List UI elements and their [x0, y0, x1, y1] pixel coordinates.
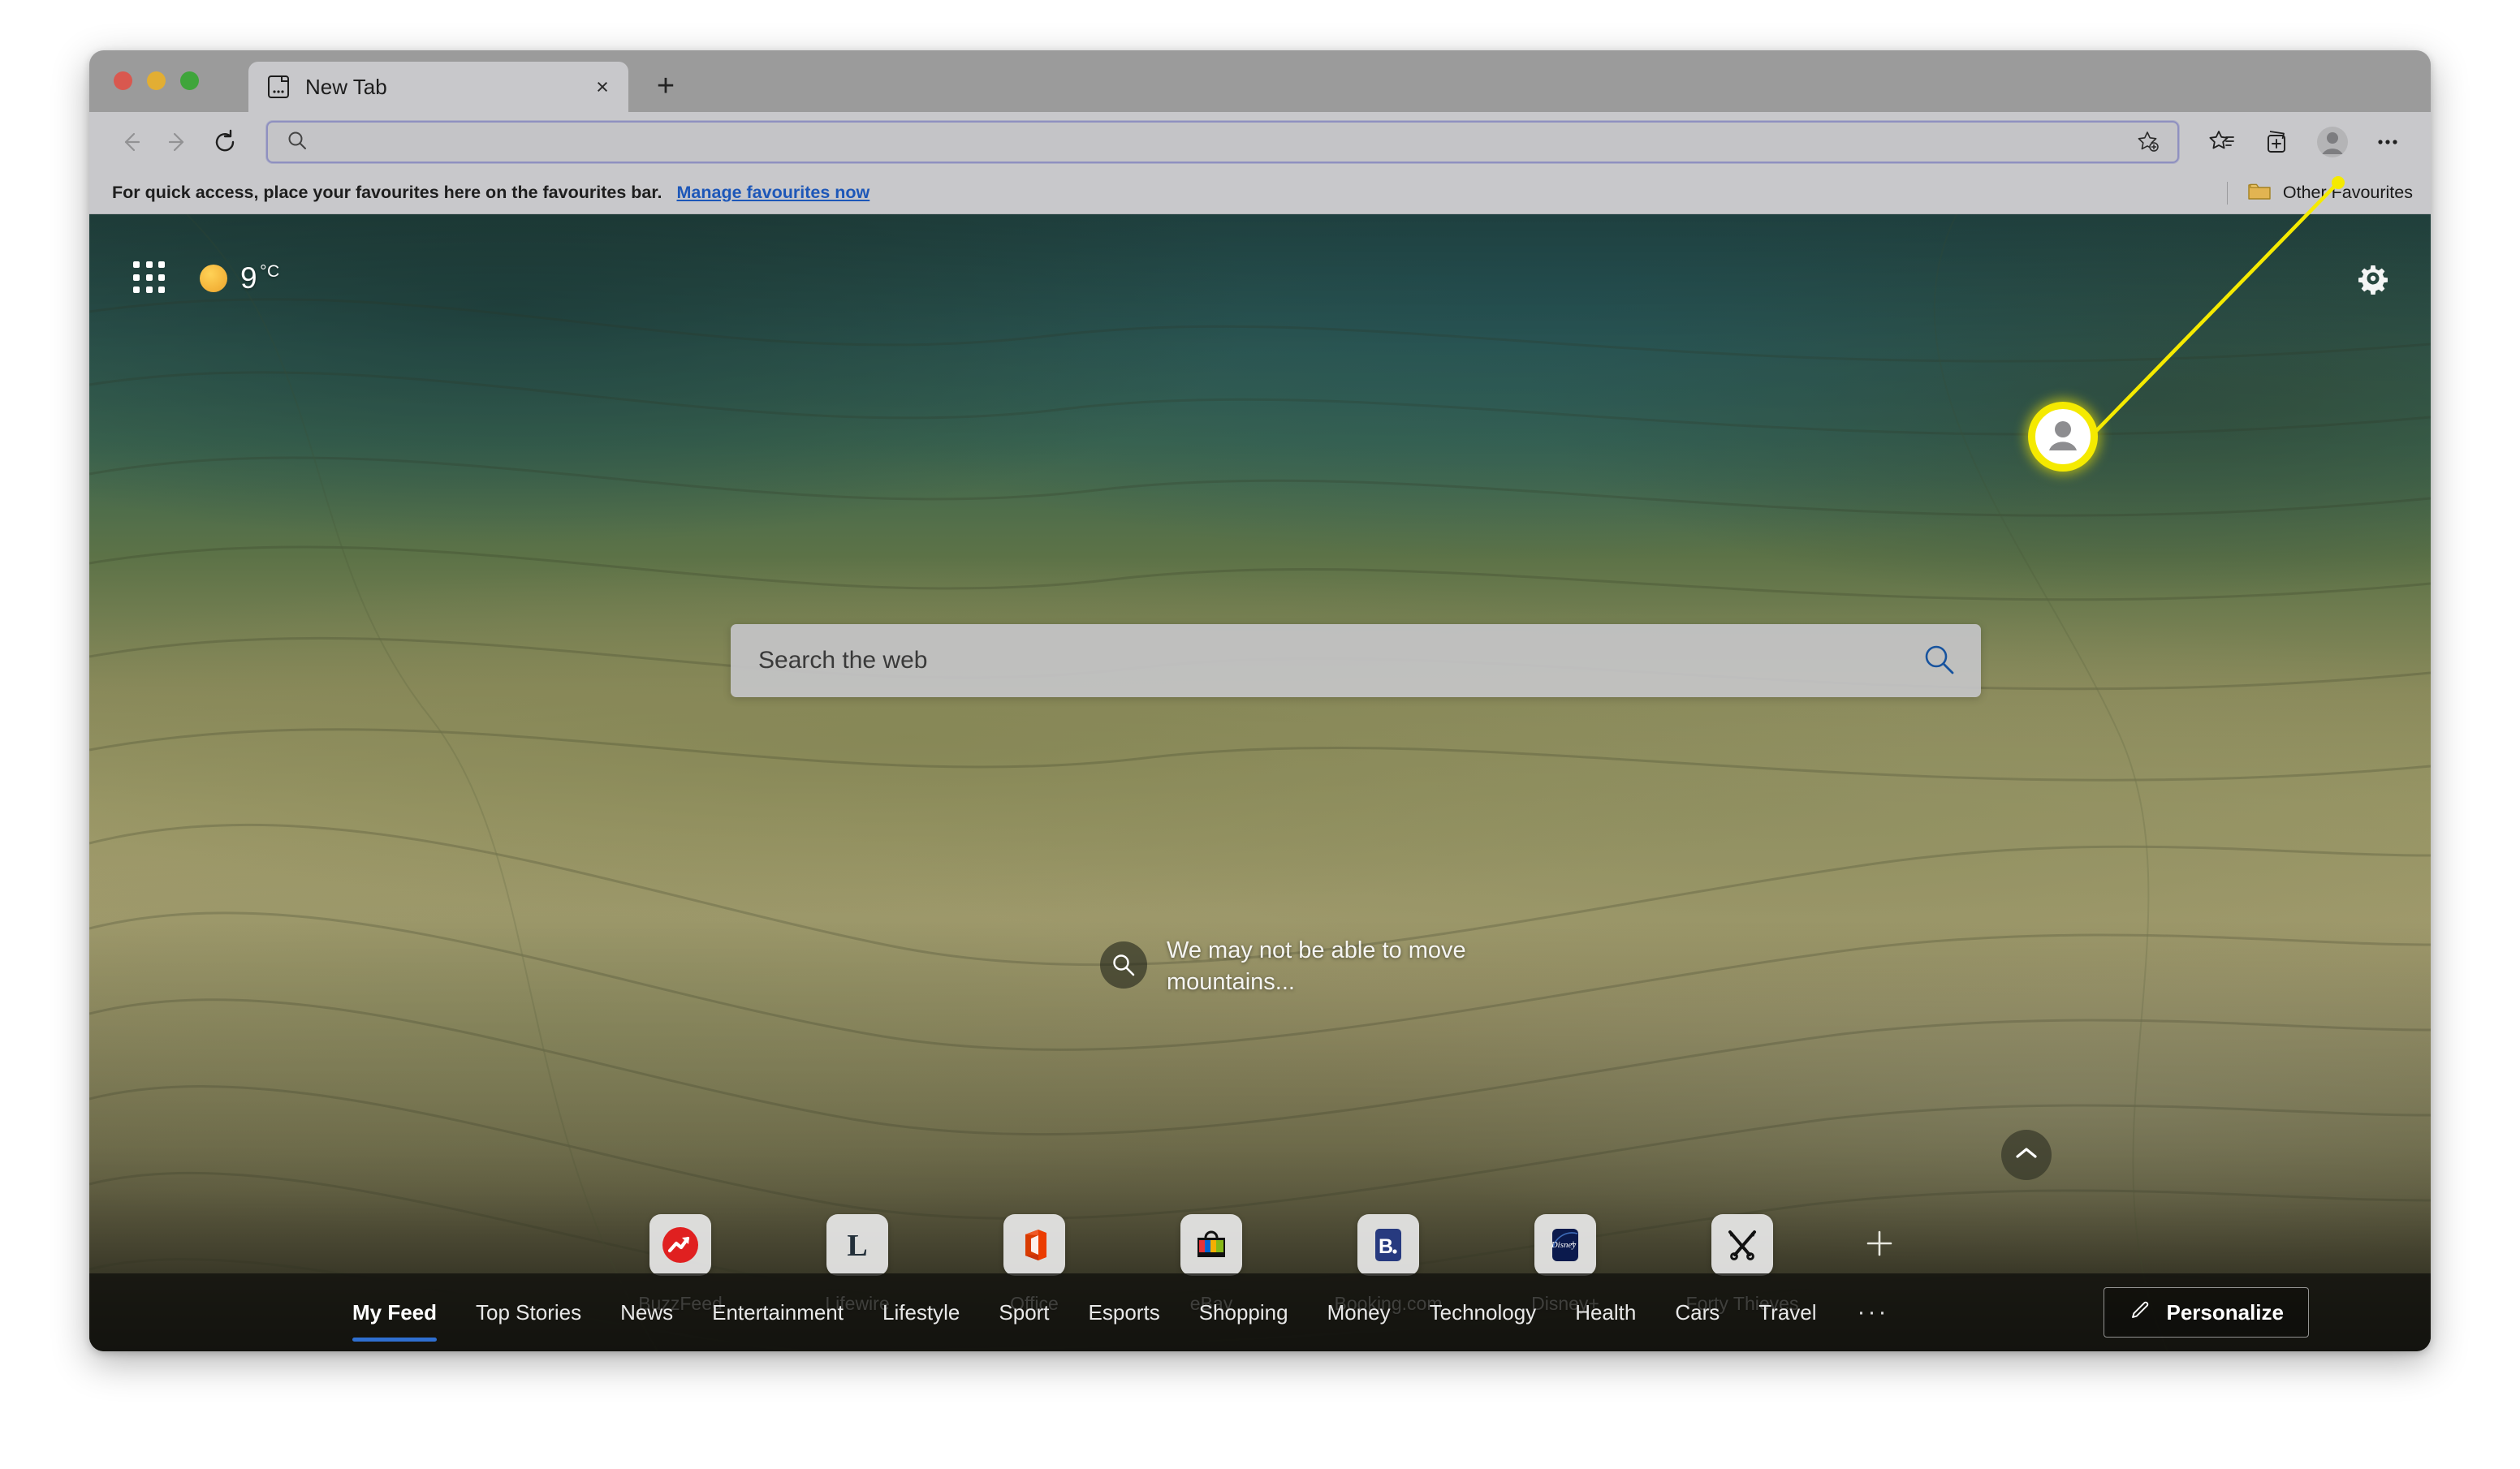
- title-bar: New Tab × +: [89, 50, 2431, 112]
- close-window-button[interactable]: [114, 71, 132, 90]
- maximize-window-button[interactable]: [180, 71, 199, 90]
- feed-tab-technology[interactable]: Technology: [1410, 1300, 1556, 1325]
- booking-icon: B: [1357, 1214, 1419, 1276]
- favourites-bar: For quick access, place your favourites …: [89, 172, 2431, 214]
- add-shortcut-button[interactable]: [1831, 1214, 1928, 1276]
- image-caption[interactable]: We may not be able to move mountains...: [1100, 935, 1555, 998]
- tab-title: New Tab: [305, 74, 387, 99]
- ebay-icon: [1180, 1214, 1242, 1276]
- image-caption-text: We may not be able to move mountains...: [1167, 937, 1466, 996]
- close-icon[interactable]: ×: [588, 72, 617, 101]
- manage-favourites-link[interactable]: Manage favourites now: [677, 183, 870, 203]
- feed-tab-shopping[interactable]: Shopping: [1180, 1300, 1308, 1325]
- minimize-window-button[interactable]: [147, 71, 166, 90]
- feed-nav-items: My Feed Top Stories News Entertainment L…: [333, 1299, 1910, 1342]
- plus-icon: [1863, 1227, 1896, 1264]
- personalize-button[interactable]: Personalize: [2104, 1287, 2309, 1338]
- browser-toolbar: [89, 112, 2431, 172]
- divider: [2226, 181, 2228, 205]
- browser-window: New Tab × + For quick access, place your…: [89, 50, 2431, 1351]
- svg-text:+: +: [1571, 1239, 1576, 1249]
- feed-tab-top-stories[interactable]: Top Stories: [456, 1300, 601, 1325]
- profile-avatar-icon[interactable]: [2307, 118, 2358, 166]
- search-input[interactable]: Search the web: [758, 647, 1921, 674]
- folder-icon: [2247, 180, 2272, 205]
- collections-icon[interactable]: [2252, 118, 2302, 166]
- feed-tab-money[interactable]: Money: [1308, 1300, 1410, 1325]
- window-controls: [114, 71, 199, 90]
- profile-avatar-icon: [2040, 412, 2086, 462]
- buzzfeed-icon: [649, 1214, 711, 1276]
- weather-temperature: 9 °C: [240, 261, 280, 295]
- feed-tab-esports[interactable]: Esports: [1069, 1300, 1180, 1325]
- address-bar[interactable]: [266, 121, 2179, 163]
- refresh-arrow-icon[interactable]: [201, 118, 248, 166]
- feed-tab-sport[interactable]: Sport: [979, 1300, 1068, 1325]
- app-grid-icon[interactable]: [133, 261, 167, 295]
- profile-avatar-callout: [2028, 402, 2098, 472]
- other-favourites-label[interactable]: Other Favourites: [2283, 183, 2413, 203]
- feed-tab-entertainment[interactable]: Entertainment: [693, 1300, 863, 1325]
- office-icon: [1003, 1214, 1065, 1276]
- feed-tab-travel[interactable]: Travel: [1739, 1300, 1836, 1325]
- feed-navigation-bar: My Feed Top Stories News Entertainment L…: [89, 1273, 2431, 1351]
- feed-tab-my-feed[interactable]: My Feed: [333, 1300, 456, 1342]
- favourites-star-icon[interactable]: [2197, 118, 2247, 166]
- forward-arrow-icon[interactable]: [154, 118, 201, 166]
- lifewire-icon: L: [826, 1214, 888, 1276]
- web-search-box[interactable]: Search the web: [731, 624, 1981, 697]
- forty-thieves-icon: [1711, 1214, 1773, 1276]
- personalize-label: Personalize: [2166, 1299, 2284, 1325]
- temperature-value: 9: [240, 261, 258, 295]
- sun-icon: [200, 265, 227, 292]
- feed-tab-lifestyle[interactable]: Lifestyle: [863, 1300, 979, 1325]
- tab-new-tab[interactable]: New Tab ×: [248, 62, 628, 112]
- svg-text:L: L: [847, 1229, 867, 1263]
- back-arrow-icon[interactable]: [107, 118, 154, 166]
- feed-tab-news[interactable]: News: [601, 1300, 693, 1325]
- chevron-up-icon: [2014, 1144, 2039, 1166]
- svg-text:B: B: [1379, 1235, 1393, 1258]
- pencil-icon: [2129, 1299, 2151, 1327]
- address-input[interactable]: [325, 131, 2132, 153]
- page-icon: [266, 74, 291, 100]
- gear-icon[interactable]: [2351, 256, 2395, 300]
- disneyplus-icon: Disney +: [1534, 1214, 1596, 1276]
- search-icon: [286, 129, 309, 156]
- star-plus-icon[interactable]: [2132, 126, 2164, 158]
- new-tab-top-row: 9 °C: [89, 250, 2431, 307]
- new-tab-page: 9 °C Search the web We may not be able t…: [89, 214, 2431, 1351]
- scroll-up-button[interactable]: [2001, 1130, 2052, 1180]
- feed-more-button[interactable]: ···: [1836, 1299, 1910, 1326]
- background-image: [89, 214, 2431, 1351]
- weather-widget[interactable]: 9 °C: [200, 261, 280, 295]
- image-search-icon[interactable]: [1100, 941, 1147, 989]
- feed-tab-health[interactable]: Health: [1556, 1300, 1655, 1325]
- search-icon[interactable]: [1921, 641, 1957, 681]
- favourites-bar-right: Other Favourites: [2226, 180, 2413, 205]
- temperature-unit: °C: [260, 262, 280, 281]
- favourites-hint: For quick access, place your favourites …: [112, 183, 662, 202]
- screenshot-root: New Tab × + For quick access, place your…: [0, 0, 2520, 1469]
- ellipsis-icon[interactable]: [2362, 118, 2413, 166]
- new-tab-button[interactable]: +: [648, 68, 684, 104]
- feed-tab-cars[interactable]: Cars: [1655, 1300, 1739, 1325]
